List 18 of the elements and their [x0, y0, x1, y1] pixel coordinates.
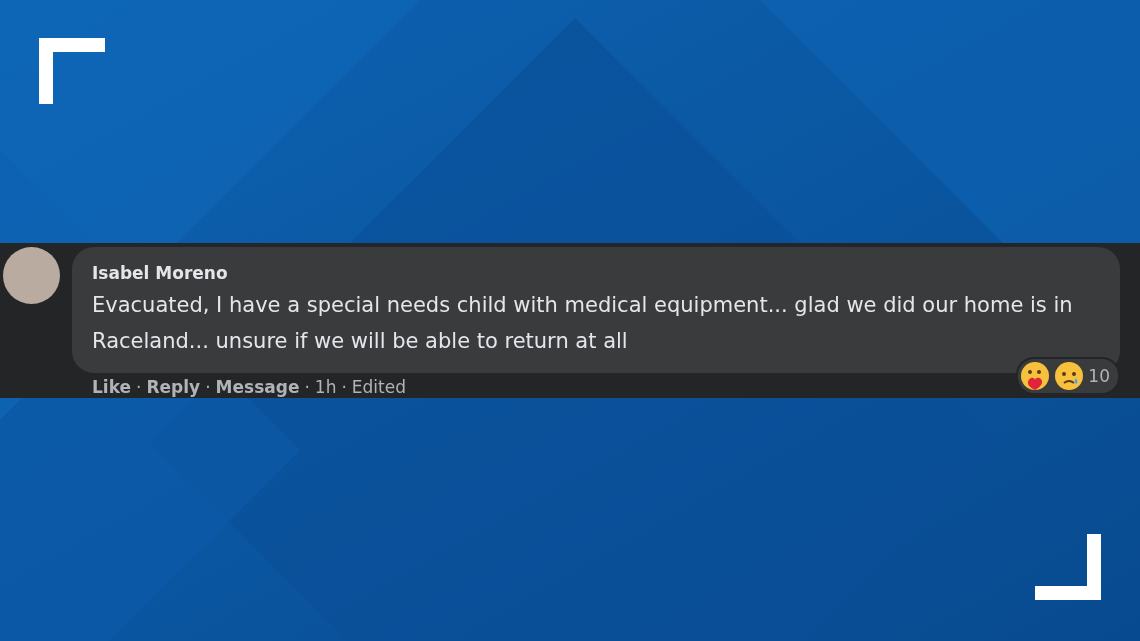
- comment-text: Evacuated, I have a special needs child with medical equipment... glad we did our home is in Raceland... unsure if we will be able to return at all: [92, 292, 1074, 355]
- edited-label[interactable]: Edited: [351, 377, 406, 397]
- action-link[interactable]: Message: [215, 377, 300, 397]
- crying-face-icon: [1054, 361, 1085, 391]
- reactions-pill[interactable]: 10: [1018, 359, 1118, 393]
- separator-dot: ·: [341, 377, 347, 397]
- timestamp[interactable]: 1h: [314, 377, 337, 397]
- action-link[interactable]: Like: [92, 377, 132, 397]
- separator-dot: ·: [136, 377, 142, 397]
- avatar[interactable]: [3, 247, 60, 304]
- separator-dot: ·: [304, 377, 310, 397]
- corner-bracket-icon: [39, 38, 105, 104]
- hugging-heart-face-icon: [1020, 361, 1051, 391]
- action-link[interactable]: Reply: [146, 377, 201, 397]
- reaction-count: 10: [1088, 366, 1110, 386]
- separator-dot: ·: [205, 377, 211, 397]
- corner-bracket-icon: [1035, 534, 1101, 600]
- author-name[interactable]: Isabel Moreno: [92, 263, 1100, 283]
